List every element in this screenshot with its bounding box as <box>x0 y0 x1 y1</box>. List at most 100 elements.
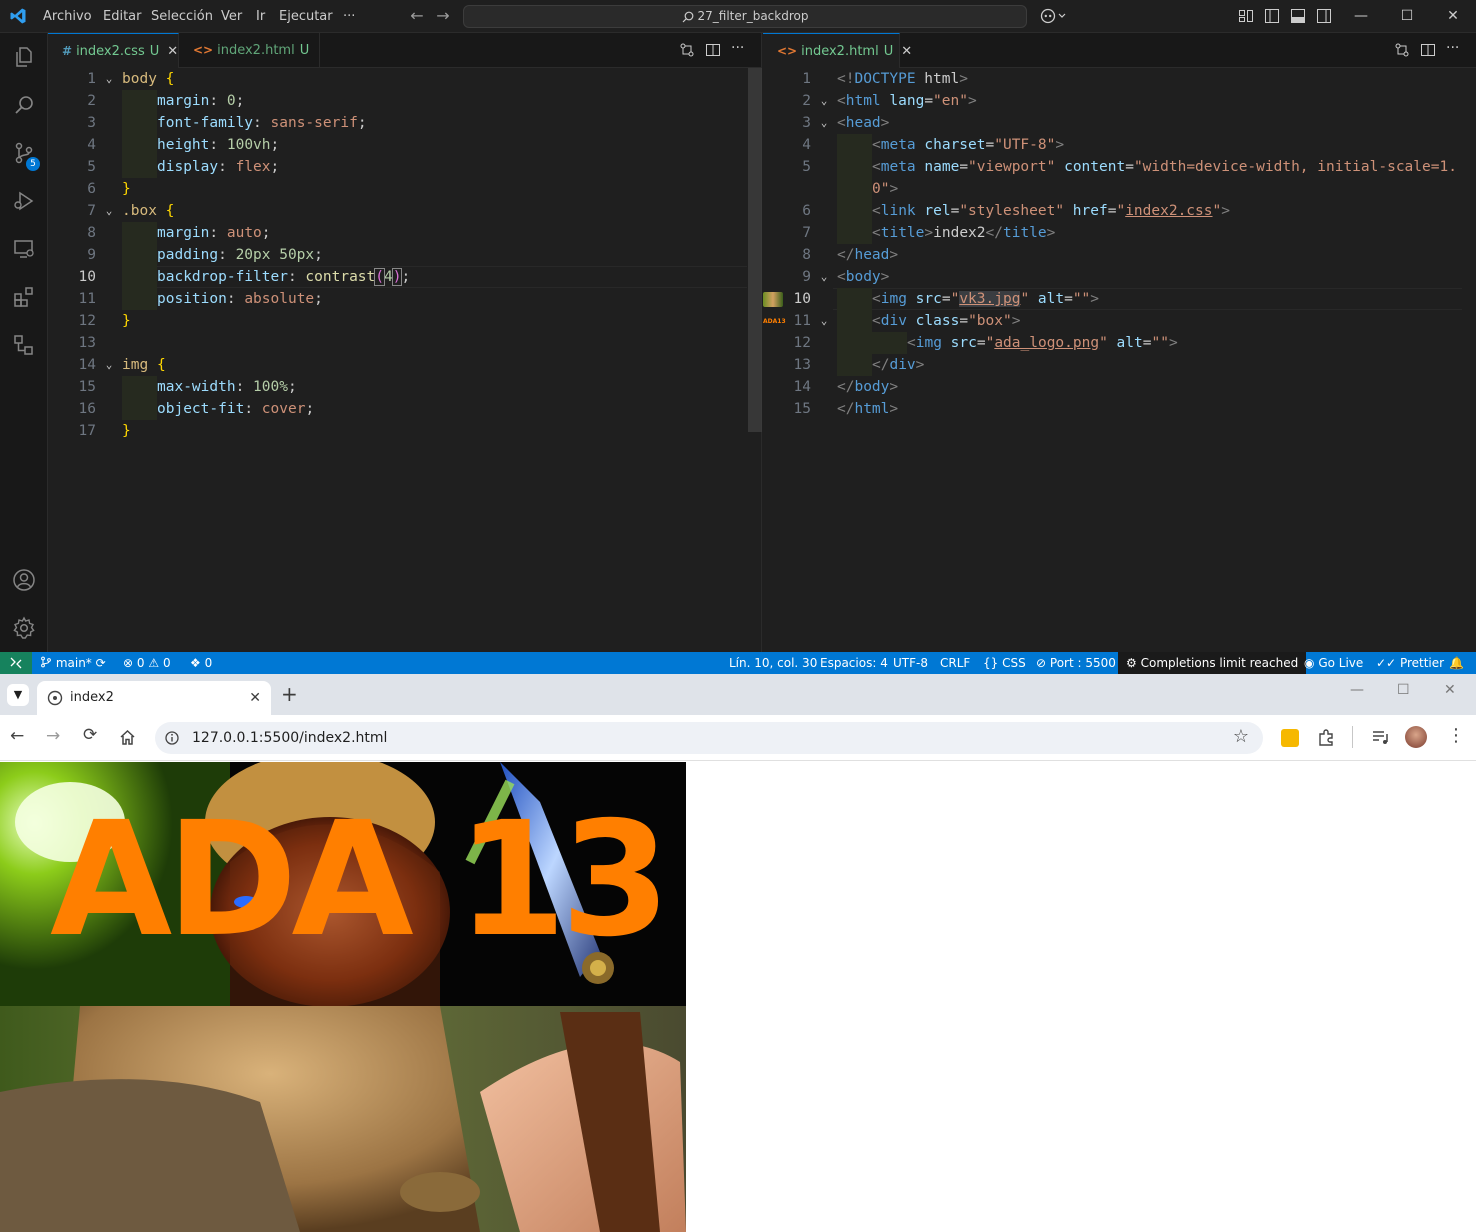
split-editor-icon[interactable] <box>705 42 721 58</box>
split-editor-icon[interactable] <box>1420 42 1436 58</box>
code-line: <head> <box>837 112 889 134</box>
fold-chevron-icon[interactable]: ⌄ <box>102 200 116 222</box>
tab-index2-html[interactable]: <> index2.html U <box>179 33 320 68</box>
line-number: 3 <box>87 115 96 131</box>
menu-ir[interactable]: Ir <box>256 0 265 33</box>
open-changes-icon[interactable] <box>679 42 695 58</box>
sync-icon[interactable]: ⟳ <box>96 656 106 670</box>
indentation[interactable]: Espacios: 4 <box>820 652 888 674</box>
site-info-icon[interactable] <box>165 731 179 745</box>
menu-seleccion[interactable]: Selección <box>151 0 213 33</box>
fold-chevron-icon[interactable]: ⌄ <box>102 68 116 90</box>
search-button[interactable] <box>0 81 48 129</box>
code-token: .box <box>122 203 157 219</box>
remote-explorer-button[interactable] <box>0 225 48 273</box>
customize-layout-icon[interactable] <box>1238 8 1254 24</box>
back-arrow-icon[interactable]: ← <box>407 6 427 26</box>
toggle-secondary-sidebar-icon[interactable] <box>1316 8 1332 24</box>
browser-toolbar: ← → ⟳ 127.0.0.1:5500/index2.html ☆ ⋮ <box>0 715 1476 761</box>
open-changes-icon[interactable] <box>1394 42 1410 58</box>
new-tab-button[interactable]: + <box>281 682 298 706</box>
line-ending[interactable]: CRLF <box>940 652 970 674</box>
structure-button[interactable] <box>0 321 48 369</box>
profile-avatar[interactable] <box>1405 726 1427 748</box>
css-code-editor[interactable]: 1 ⌄ body {2 margin: 0; 3 font-family: sans-se… <box>48 68 761 652</box>
fold-chevron-icon[interactable]: ⌄ <box>102 354 116 376</box>
menu-ejecutar[interactable]: Ejecutar <box>279 0 333 33</box>
browser-minimize-button[interactable]: — <box>1350 682 1364 698</box>
back-arrow-icon[interactable]: ← <box>10 726 24 746</box>
copilot-icon[interactable] <box>1040 8 1068 24</box>
ports-indicator[interactable]: ❖ 0 <box>190 652 212 674</box>
browser-tab-index2[interactable]: index2 ✕ <box>37 681 271 715</box>
fold-chevron-icon[interactable]: ⌄ <box>817 266 831 288</box>
close-tab-icon[interactable]: ✕ <box>167 44 178 59</box>
tab-search-button[interactable]: ▼ <box>7 684 29 706</box>
reload-icon[interactable]: ⟳ <box>83 725 97 745</box>
code-token: ; <box>287 379 297 395</box>
forward-arrow-icon[interactable]: → <box>433 6 453 26</box>
more-actions-icon[interactable]: ··· <box>731 40 744 56</box>
command-center-search[interactable]: 27_filter_backdrop <box>463 5 1027 28</box>
html-code-editor[interactable]: ADA13 1 <!DOCTYPE html> 2 ⌄ <html lang="en">… <box>763 68 1476 652</box>
tab-index2-css[interactable]: # index2.css U ✕ <box>48 33 179 68</box>
more-actions-icon[interactable]: ··· <box>1446 40 1459 56</box>
copilot-status[interactable]: ⚙ Completions limit reached <box>1118 652 1307 674</box>
address-bar[interactable]: 127.0.0.1:5500/index2.html ☆ <box>155 722 1263 754</box>
line-number: 4 <box>802 137 811 153</box>
toggle-panel-icon[interactable] <box>1290 8 1306 24</box>
encoding[interactable]: UTF-8 <box>893 652 928 674</box>
menu-ver[interactable]: Ver <box>221 0 242 33</box>
menu-editar[interactable]: Editar <box>103 0 142 33</box>
fold-chevron-icon[interactable]: ⌄ <box>817 90 831 112</box>
minimize-button[interactable]: — <box>1338 0 1384 33</box>
kebab-menu-icon[interactable]: ⋮ <box>1447 725 1465 746</box>
run-debug-button[interactable] <box>0 177 48 225</box>
notifications-bell-icon[interactable]: 🔔 <box>1449 652 1464 674</box>
browser-maximize-button[interactable]: ☐ <box>1397 682 1410 698</box>
menu-more[interactable]: ··· <box>343 0 355 33</box>
tab-bar-left: # index2.css U ✕ <> index2.html U ··· <box>48 33 761 68</box>
problems-indicator[interactable]: ⊗ 0 ⚠ 0 <box>123 652 171 674</box>
accounts-button[interactable] <box>0 556 48 604</box>
indent-guide <box>122 134 157 156</box>
tab-index2-html[interactable]: <> index2.html U ✕ <box>763 33 912 68</box>
remote-indicator[interactable] <box>0 652 32 674</box>
toggle-primary-sidebar-icon[interactable] <box>1264 8 1280 24</box>
media-control-icon[interactable] <box>1371 728 1390 747</box>
extension-keep-icon[interactable] <box>1281 729 1299 747</box>
forward-arrow-icon[interactable]: → <box>46 726 60 746</box>
code-token: lang <box>880 93 925 109</box>
fold-chevron-icon[interactable]: ⌄ <box>817 310 831 332</box>
extensions-puzzle-icon[interactable] <box>1317 728 1336 747</box>
close-tab-icon[interactable]: ✕ <box>249 681 261 715</box>
vscode-logo-icon[interactable] <box>9 7 27 25</box>
code-token: alt <box>1107 335 1143 351</box>
menu-archivo[interactable]: Archivo <box>43 0 92 33</box>
html-file-icon: <> <box>193 43 214 57</box>
maximize-button[interactable]: ☐ <box>1384 0 1430 33</box>
source-control-button[interactable]: 5 <box>0 129 48 177</box>
live-server-port[interactable]: ⊘ Port : 5500 <box>1036 652 1116 674</box>
explorer-button[interactable] <box>0 33 48 81</box>
cursor-position[interactable]: Lín. 10, col. 30 <box>729 652 817 674</box>
bookmark-star-icon[interactable]: ☆ <box>1233 726 1249 747</box>
line-number: 14 <box>78 357 96 373</box>
code-token: "en" <box>933 93 968 109</box>
language-mode[interactable]: {} CSS <box>983 652 1026 674</box>
extensions-button[interactable] <box>0 273 48 321</box>
home-icon[interactable] <box>119 729 136 746</box>
code-token: href <box>1064 203 1108 219</box>
fold-chevron-icon[interactable]: ⌄ <box>817 112 831 134</box>
code-token: title <box>1002 225 1047 241</box>
vertical-scrollbar[interactable] <box>748 68 762 432</box>
prettier-status[interactable]: ✓✓ Prettier <box>1376 652 1444 674</box>
browser-close-button[interactable]: ✕ <box>1444 682 1456 698</box>
manage-button[interactable] <box>0 604 48 652</box>
warning-count: 0 <box>162 656 171 670</box>
code-line: <img src="vk3.jpg" alt=""> <box>872 288 1099 310</box>
close-tab-icon[interactable]: ✕ <box>901 44 912 59</box>
close-window-button[interactable]: ✕ <box>1430 0 1476 33</box>
go-live-button[interactable]: ◉ Go Live <box>1304 652 1363 674</box>
branch-indicator[interactable]: main* ⟳ <box>40 652 106 674</box>
